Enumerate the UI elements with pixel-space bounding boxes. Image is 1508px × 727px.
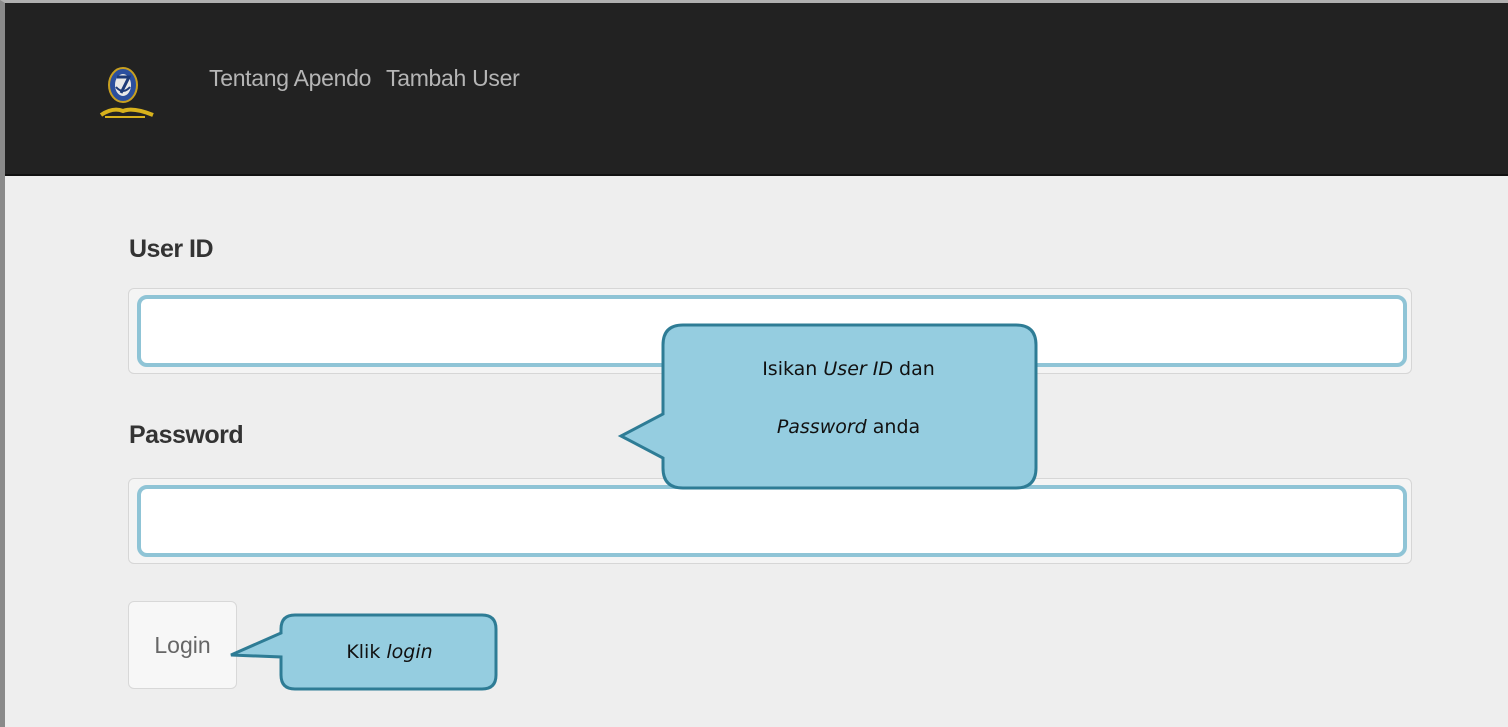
callout-text-segment: Isikan	[762, 358, 824, 380]
callout-text-emphasis: User ID	[823, 358, 893, 380]
callout-text-emphasis: login	[386, 641, 433, 663]
callout-text-segment: dan	[892, 358, 935, 380]
callout-text-emphasis: Password	[776, 416, 867, 438]
callout-credentials-line2: Password anda	[661, 416, 1036, 438]
app-window: Tentang Apendo Tambah User User ID Passw…	[0, 0, 1508, 727]
callout-text-segment: Klik	[346, 641, 387, 663]
callout-login-text: Klik login	[281, 641, 498, 663]
callout-credentials-line1: Isikan User ID dan	[661, 358, 1036, 380]
callout-text-segment: anda	[866, 416, 921, 438]
callout-credentials-bubble	[617, 323, 1038, 490]
